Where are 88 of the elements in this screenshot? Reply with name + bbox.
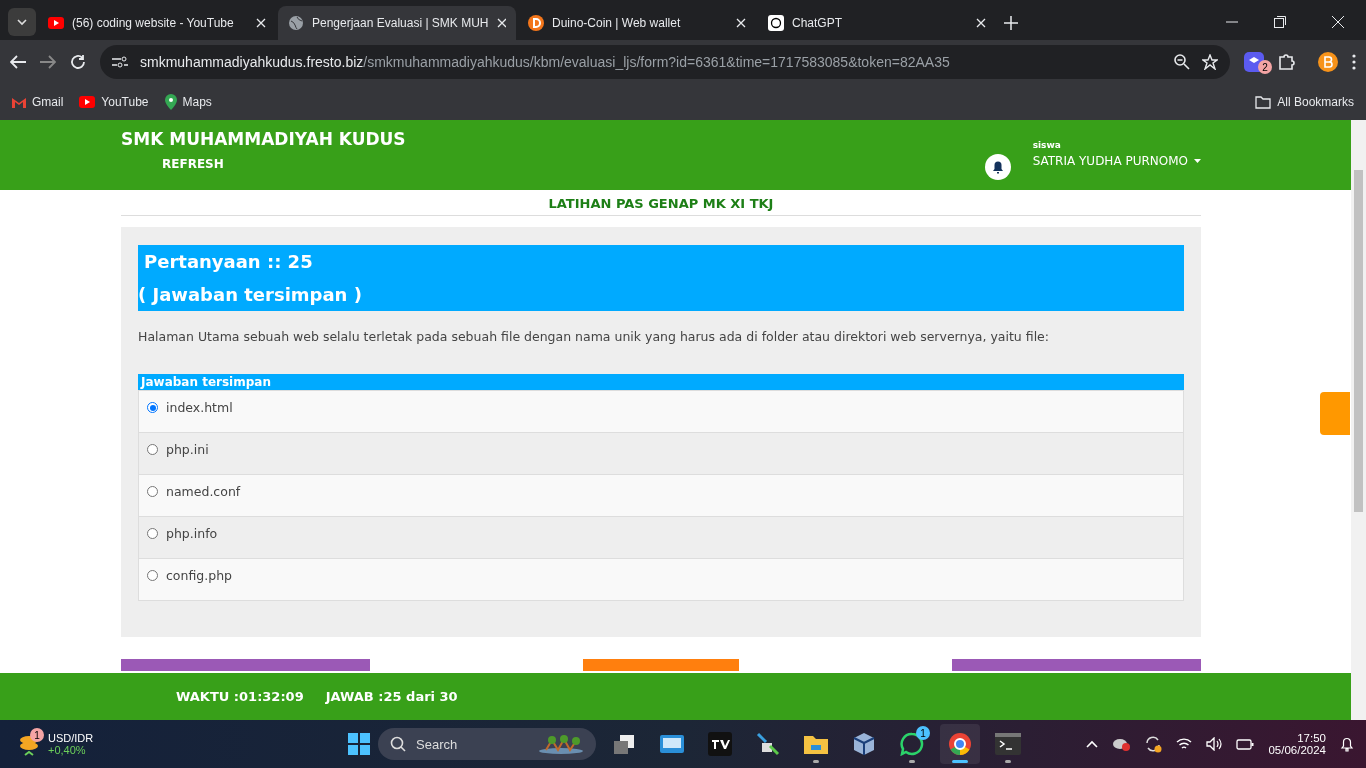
exam-title: LATIHAN PAS GENAP MK XI TKJ <box>121 190 1201 216</box>
menu-icon[interactable] <box>1352 54 1356 70</box>
bookmark[interactable]: Maps <box>164 94 212 110</box>
answer-option[interactable]: config.php <box>139 558 1183 600</box>
chevron-up-icon[interactable] <box>1086 740 1099 748</box>
question-number: Pertanyaan :: 25 <box>143 251 314 272</box>
site-settings-icon[interactable] <box>112 55 128 69</box>
forward-icon[interactable] <box>40 55 56 69</box>
browser-tab[interactable]: Duino-Coin | Web wallet <box>518 6 756 40</box>
folder-icon <box>1255 95 1272 109</box>
question-text: Halaman Utama sebuah web selalu terletak pada sebuah file dengan nama unik yang harus ada di folder atau direktori web servernya, yaitu file: <box>138 329 1050 344</box>
radio-button[interactable] <box>147 444 158 455</box>
monitor-icon[interactable] <box>659 733 685 755</box>
task-view-icon[interactable] <box>612 733 636 755</box>
option-label: index.html <box>166 400 233 415</box>
caret-icon <box>1194 159 1201 163</box>
currency-change: +0,40% <box>48 744 87 756</box>
folder-icon[interactable] <box>803 733 829 755</box>
notification-bell-icon[interactable] <box>1340 736 1354 752</box>
sync-icon[interactable] <box>1144 735 1163 753</box>
puzzle-icon[interactable] <box>1278 53 1296 71</box>
battery-icon[interactable] <box>1236 738 1255 750</box>
browser-tab[interactable]: Pengerjaan Evaluasi | SMK MUH <box>278 6 516 40</box>
coin-icon <box>528 15 544 31</box>
zoom-icon[interactable] <box>1174 54 1190 70</box>
cloud-error-icon[interactable] <box>1112 737 1131 751</box>
browser-tab[interactable]: (56) coding website - YouTube <box>38 6 276 40</box>
url-host: smkmuhammadiyahkudus.fresto.biz <box>140 54 364 70</box>
volume-icon[interactable] <box>1206 737 1223 751</box>
radio-button[interactable] <box>147 528 158 539</box>
radio-button[interactable] <box>147 570 158 581</box>
close-icon[interactable] <box>1332 16 1344 28</box>
answer-header: Jawaban tersimpan <box>138 374 1184 390</box>
url-path: /smkmuhammadiyahkudus/kbm/evaluasi_ljs/form?id=6361&time=1717583085&token=82AA35 <box>363 54 950 70</box>
terminal-icon[interactable] <box>995 733 1021 755</box>
timer: WAKTU :01:32:09 <box>176 689 304 704</box>
new-tab-icon[interactable] <box>1004 16 1018 30</box>
plant-icon <box>538 734 584 754</box>
currency-pair: USD/IDR <box>48 732 94 744</box>
map-pin-icon <box>164 94 177 110</box>
restore-icon[interactable] <box>1274 16 1286 28</box>
start-icon[interactable] <box>348 733 370 755</box>
clock[interactable]: 17:50 05/06/2024 <box>1268 732 1326 756</box>
address-bar[interactable]: smkmuhammadiyahkudus.fresto.biz/smkmuhammadiyahkudus/kbm/evaluasi_ljs/form?id=6361&time=1717583085&token=82AA35 <box>100 45 1230 79</box>
tab-search-icon[interactable] <box>8 8 36 36</box>
lock-arrows-icon[interactable] <box>756 732 780 756</box>
option-label: config.php <box>166 568 232 583</box>
user-role: siswa <box>1032 140 1062 150</box>
school-name: SMK MUHAMMADIYAH KUDUS <box>121 129 407 149</box>
close-icon[interactable] <box>256 18 266 28</box>
close-icon[interactable] <box>736 18 746 28</box>
answer-option[interactable]: named.conf <box>139 474 1183 516</box>
youtube-icon <box>79 96 96 108</box>
bookmark[interactable]: Gmail <box>12 95 64 109</box>
radio-button[interactable] <box>147 486 158 497</box>
answer-option[interactable]: index.html <box>139 390 1183 432</box>
mail-icon <box>12 96 26 108</box>
bell-icon[interactable] <box>984 154 1011 180</box>
notification-badge: 1 <box>916 726 930 740</box>
youtube-icon <box>48 17 64 29</box>
wifi-icon[interactable] <box>1176 738 1193 750</box>
bitcoin-icon[interactable] <box>1318 52 1338 72</box>
browser-tab[interactable]: ChatGPT <box>758 6 996 40</box>
notification-badge: 1 <box>30 728 44 742</box>
search-field[interactable]: Search <box>378 728 596 760</box>
scrollbar[interactable] <box>1351 120 1366 720</box>
extension-icon[interactable] <box>1244 52 1264 72</box>
star-icon[interactable] <box>1202 54 1218 70</box>
all-bookmarks[interactable]: All Bookmarks <box>1255 95 1354 109</box>
cube-icon[interactable] <box>852 732 876 756</box>
taskbar-app[interactable] <box>940 724 980 764</box>
option-label: php.ini <box>166 442 209 457</box>
option-label: named.conf <box>166 484 241 499</box>
chat-logo-icon <box>768 15 784 31</box>
taskbar-app[interactable]: 1 <box>892 724 932 764</box>
back-icon[interactable] <box>10 55 26 69</box>
close-icon[interactable] <box>496 18 506 28</box>
notification-badge: 2 <box>1258 60 1272 74</box>
globe-icon <box>288 15 304 31</box>
close-icon[interactable] <box>976 18 986 28</box>
save-status: ( Jawaban tersimpan ) <box>138 284 363 305</box>
reload-icon[interactable] <box>70 54 86 70</box>
option-label: php.info <box>166 526 218 541</box>
bookmark[interactable]: YouTube <box>79 95 149 109</box>
search-icon <box>390 736 406 752</box>
radio-button[interactable] <box>147 402 158 413</box>
answer-count: JAWAB :25 dari 30 <box>325 689 458 704</box>
browser-icon[interactable] <box>948 732 972 756</box>
